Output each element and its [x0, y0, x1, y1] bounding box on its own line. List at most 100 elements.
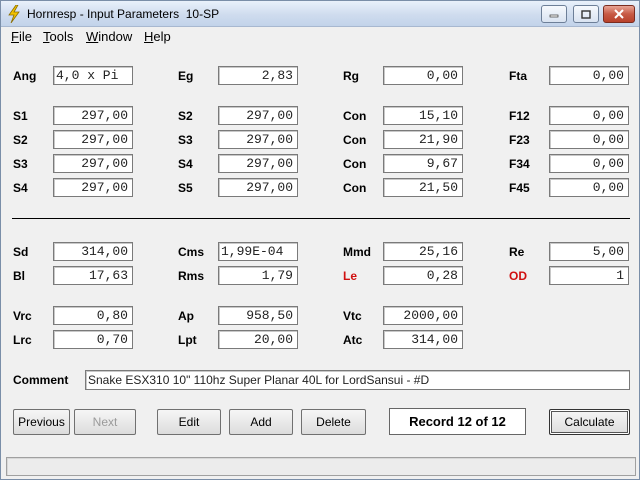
maximize-button[interactable] [573, 5, 599, 23]
next-button[interactable]: Next [74, 409, 136, 435]
field-eg[interactable]: 2,83 [218, 66, 298, 85]
field-con1[interactable]: 15,10 [383, 106, 463, 125]
edit-button[interactable]: Edit [157, 409, 221, 435]
label-od: OD [509, 269, 527, 283]
status-bar [1, 454, 639, 479]
close-icon [614, 9, 624, 19]
field-s3-right[interactable]: 297,00 [218, 130, 298, 149]
label-con4: Con [343, 181, 367, 195]
label-s4: S4 [13, 181, 28, 195]
label-s5-right: S5 [178, 181, 193, 195]
field-bl[interactable]: 17,63 [53, 266, 133, 285]
label-con3: Con [343, 157, 367, 171]
calculate-button[interactable]: Calculate [549, 409, 630, 435]
field-s1[interactable]: 297,00 [53, 106, 133, 125]
label-bl: Bl [13, 269, 25, 283]
title-bar[interactable]: Hornresp - Input Parameters 10-SP [1, 1, 639, 27]
label-rms: Rms [178, 269, 205, 283]
field-od[interactable]: 1 [549, 266, 629, 285]
field-lpt[interactable]: 20,00 [218, 330, 298, 349]
close-button[interactable] [603, 5, 635, 23]
label-lpt: Lpt [178, 333, 197, 347]
label-s2-right: S2 [178, 109, 193, 123]
menu-help[interactable]: Help [144, 29, 171, 44]
add-button[interactable]: Add [229, 409, 293, 435]
previous-button[interactable]: Previous [13, 409, 70, 435]
field-fta[interactable]: 0,00 [549, 66, 629, 85]
window-title: Hornresp - Input Parameters 10-SP [27, 7, 220, 21]
field-s3[interactable]: 297,00 [53, 154, 133, 173]
field-s4-right[interactable]: 297,00 [218, 154, 298, 173]
minimize-button[interactable] [541, 5, 567, 23]
field-re[interactable]: 5,00 [549, 242, 629, 261]
menu-window-rest: indow [98, 29, 133, 44]
menu-file[interactable]: File [11, 29, 32, 44]
label-fta: Fta [509, 69, 527, 83]
field-ap[interactable]: 958,50 [218, 306, 298, 325]
field-f45[interactable]: 0,00 [549, 178, 629, 197]
status-panel [6, 457, 636, 476]
label-rg: Rg [343, 69, 359, 83]
label-f34: F34 [509, 157, 530, 171]
maximize-icon [581, 9, 591, 19]
field-s5-right[interactable]: 297,00 [218, 178, 298, 197]
menu-window-mnemonic: W [86, 29, 99, 44]
field-le[interactable]: 0,28 [383, 266, 463, 285]
label-ang: Ang [13, 69, 37, 83]
field-con2[interactable]: 21,90 [383, 130, 463, 149]
field-f23[interactable]: 0,00 [549, 130, 629, 149]
input-parameters-panel: Ang 4,0 x Pi Eg 2,83 Rg 0,00 Fta 0,00 S1… [1, 46, 639, 454]
field-sd[interactable]: 314,00 [53, 242, 133, 261]
label-f23: F23 [509, 133, 530, 147]
label-eg: Eg [178, 69, 194, 83]
section-divider [12, 218, 630, 219]
field-rg[interactable]: 0,00 [383, 66, 463, 85]
delete-button[interactable]: Delete [301, 409, 366, 435]
label-comment: Comment [13, 373, 69, 387]
label-cms: Cms [178, 245, 205, 259]
label-s3-right: S3 [178, 133, 193, 147]
label-le: Le [343, 269, 358, 283]
label-s1: S1 [13, 109, 28, 123]
label-s4-right: S4 [178, 157, 193, 171]
field-vtc[interactable]: 2000,00 [383, 306, 463, 325]
label-lrc: Lrc [13, 333, 32, 347]
field-s2-right[interactable]: 297,00 [218, 106, 298, 125]
field-cms[interactable]: 1,99E-04 [218, 242, 298, 261]
label-atc: Atc [343, 333, 363, 347]
main-window: Hornresp - Input Parameters 10-SP File T… [0, 0, 640, 480]
field-rms[interactable]: 1,79 [218, 266, 298, 285]
label-con1: Con [343, 109, 367, 123]
menu-file-rest: ile [18, 29, 32, 44]
menu-bar: File Tools Window Help [1, 27, 639, 46]
label-sd: Sd [13, 245, 29, 259]
label-vrc: Vrc [13, 309, 32, 323]
field-mmd[interactable]: 25,16 [383, 242, 463, 261]
field-s4[interactable]: 297,00 [53, 178, 133, 197]
menu-help-mnemonic: H [144, 29, 154, 44]
field-ang[interactable]: 4,0 x Pi [53, 66, 133, 85]
label-s2: S2 [13, 133, 28, 147]
menu-file-mnemonic: F [11, 29, 19, 44]
label-mmd: Mmd [343, 245, 371, 259]
field-lrc[interactable]: 0,70 [53, 330, 133, 349]
field-s2[interactable]: 297,00 [53, 130, 133, 149]
label-s3: S3 [13, 157, 28, 171]
field-con4[interactable]: 21,50 [383, 178, 463, 197]
menu-tools-rest: ools [49, 29, 74, 44]
field-con3[interactable]: 9,67 [383, 154, 463, 173]
label-vtc: Vtc [343, 309, 362, 323]
field-vrc[interactable]: 0,80 [53, 306, 133, 325]
menu-tools[interactable]: Tools [43, 29, 73, 44]
label-f45: F45 [509, 181, 530, 195]
minimize-icon [549, 14, 559, 18]
comment-field[interactable]: Snake ESX310 10" 110hz Super Planar 40L … [85, 370, 630, 390]
menu-help-rest: elp [153, 29, 171, 44]
menu-window[interactable]: Window [86, 29, 132, 44]
field-f34[interactable]: 0,00 [549, 154, 629, 173]
record-indicator: Record 12 of 12 [389, 408, 526, 435]
label-f12: F12 [509, 109, 530, 123]
label-ap: Ap [178, 309, 194, 323]
field-atc[interactable]: 314,00 [383, 330, 463, 349]
field-f12[interactable]: 0,00 [549, 106, 629, 125]
